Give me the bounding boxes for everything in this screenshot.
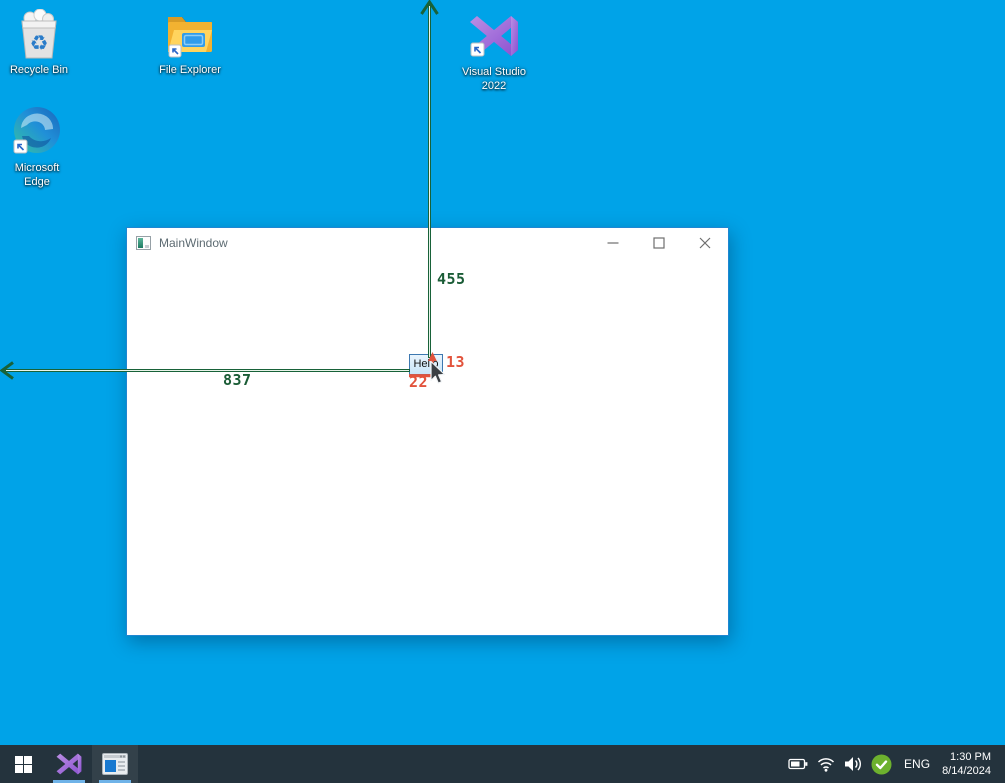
- minimize-icon: [607, 237, 619, 249]
- desktop-icon-file-explorer[interactable]: File Explorer: [151, 9, 229, 77]
- minimize-button[interactable]: [590, 228, 636, 257]
- taskbar-clock[interactable]: 1:30 PM 8/14/2024: [938, 745, 999, 783]
- recycle-bin-icon: ♻: [14, 9, 64, 61]
- desktop-icon-recycle-bin[interactable]: ♻ Recycle Bin: [0, 9, 78, 77]
- height-value-label: 13: [446, 353, 465, 371]
- window-client-area: Hello: [127, 257, 728, 635]
- battery-icon[interactable]: [784, 745, 813, 783]
- window-controls: [590, 228, 728, 257]
- system-tray: ENG 1:30 PM 8/14/2024: [784, 745, 1005, 783]
- desktop-icon-microsoft-edge[interactable]: Microsoft Edge: [0, 105, 76, 189]
- shortcut-arrow-badge: [169, 45, 181, 57]
- taskbar-item-mainwindow[interactable]: [92, 745, 138, 783]
- app-window-icon: [102, 753, 128, 775]
- taskbar: ENG 1:30 PM 8/14/2024: [0, 745, 1005, 783]
- app-window-icon: [136, 236, 151, 250]
- window-title: MainWindow: [159, 236, 228, 250]
- shortcut-arrow-badge: [471, 43, 484, 56]
- file-explorer-icon: [165, 9, 215, 61]
- maximize-icon: [653, 237, 665, 249]
- clock-date: 8/14/2024: [942, 764, 991, 778]
- microsoft-edge-icon: [11, 105, 63, 159]
- language-indicator[interactable]: ENG: [896, 745, 938, 783]
- clock-time: 1:30 PM: [942, 750, 991, 764]
- width-value-label: 22: [409, 373, 428, 391]
- close-button[interactable]: [682, 228, 728, 257]
- security-check-icon[interactable]: [867, 745, 896, 783]
- wifi-icon[interactable]: [813, 745, 839, 783]
- desktop-icon-visual-studio[interactable]: Visual Studio 2022: [455, 9, 533, 93]
- desktop[interactable]: ♻ Recycle Bin File Explorer: [0, 0, 1005, 783]
- shortcut-arrow-badge: [14, 140, 27, 153]
- horizontal-distance-label: 837: [223, 371, 252, 389]
- maximize-button[interactable]: [636, 228, 682, 257]
- windows-logo-icon: [15, 756, 32, 773]
- window-titlebar[interactable]: MainWindow: [127, 228, 728, 257]
- app-window: MainWindow Hello: [126, 227, 729, 636]
- visual-studio-icon: [55, 750, 83, 778]
- close-icon: [699, 237, 711, 249]
- hello-button[interactable]: Hello: [409, 354, 443, 375]
- start-button[interactable]: [0, 745, 46, 783]
- desktop-icon-label: Microsoft Edge: [6, 161, 68, 189]
- vertical-distance-label: 455: [437, 270, 466, 288]
- volume-icon[interactable]: [839, 745, 867, 783]
- taskbar-item-visual-studio[interactable]: [46, 745, 92, 783]
- visual-studio-icon: [467, 9, 521, 63]
- desktop-icon-label: File Explorer: [159, 63, 221, 77]
- desktop-icon-label: Visual Studio 2022: [459, 65, 529, 93]
- svg-text:♻: ♻: [30, 31, 49, 55]
- desktop-icon-label: Recycle Bin: [10, 63, 68, 77]
